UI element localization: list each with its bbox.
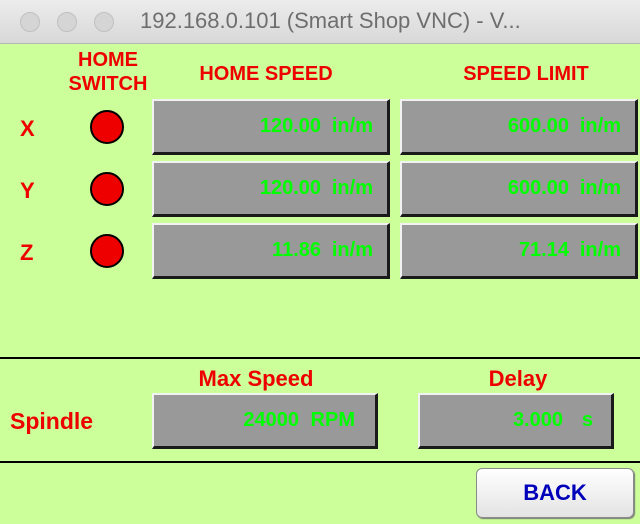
home-speed-value-x: 120.00: [259, 115, 321, 137]
home-speed-field-y[interactable]: 120.00 in/m: [152, 161, 390, 217]
speed-limit-field-z[interactable]: 71.14 in/m: [400, 223, 638, 279]
window-titlebar: 192.168.0.101 (Smart Shop VNC) - V...: [0, 0, 640, 44]
speed-limit-unit-z: in/m: [579, 239, 621, 261]
home-switch-indicator-z: [90, 234, 124, 268]
spindle-max-speed-unit: RPM: [310, 409, 355, 431]
window-title: 192.168.0.101 (Smart Shop VNC) - V...: [140, 8, 521, 33]
section-divider-bottom: [0, 461, 640, 463]
axis-label-y: Y: [20, 178, 35, 203]
vnc-panel: HOME SWITCH HOME SPEED SPEED LIMIT X 120…: [0, 44, 640, 524]
spindle-delay-unit: s: [581, 409, 593, 431]
home-switch-indicator-y: [90, 172, 124, 206]
home-speed-value-z: 11.86: [272, 239, 321, 261]
speed-limit-header: SPEED LIMIT: [463, 63, 589, 85]
axis-label-z: Z: [20, 240, 34, 265]
home-switch-indicator-x: [90, 110, 124, 144]
home-speed-value-y: 120.00: [259, 177, 321, 199]
spindle-max-speed-field[interactable]: 24000 RPM: [152, 393, 378, 449]
minimize-window-icon[interactable]: [57, 12, 77, 32]
home-switch-header-line1: HOME: [78, 49, 138, 71]
home-speed-unit-y: in/m: [331, 177, 373, 199]
section-divider-top: [0, 357, 640, 359]
back-button[interactable]: BACK: [476, 468, 634, 518]
zoom-window-icon[interactable]: [94, 12, 114, 32]
speed-limit-value-y: 600.00: [507, 177, 569, 199]
axis-label-x: X: [20, 116, 35, 141]
spindle-delay-field[interactable]: 3.000 s: [418, 393, 614, 449]
max-speed-header: Max Speed: [198, 366, 314, 391]
speed-limit-value-z: 71.14: [518, 239, 569, 261]
home-speed-unit-x: in/m: [331, 115, 373, 137]
spindle-delay-value: 3.000: [512, 409, 563, 431]
speed-limit-field-y[interactable]: 600.00 in/m: [400, 161, 638, 217]
home-speed-unit-z: in/m: [331, 239, 373, 261]
home-switch-header-line2: SWITCH: [68, 73, 148, 95]
delay-header: Delay: [488, 366, 548, 391]
speed-limit-unit-x: in/m: [579, 115, 621, 137]
home-speed-field-z[interactable]: 11.86 in/m: [152, 223, 390, 279]
close-window-icon[interactable]: [20, 12, 40, 32]
spindle-label: Spindle: [10, 408, 94, 434]
speed-limit-unit-y: in/m: [579, 177, 621, 199]
home-switch-header: HOME SWITCH: [58, 48, 158, 96]
spindle-max-speed-value: 24000: [243, 409, 299, 431]
speed-limit-value-x: 600.00: [507, 115, 569, 137]
home-speed-field-x[interactable]: 120.00 in/m: [152, 99, 390, 155]
speed-limit-field-x[interactable]: 600.00 in/m: [400, 99, 638, 155]
home-speed-header: HOME SPEED: [199, 63, 333, 85]
